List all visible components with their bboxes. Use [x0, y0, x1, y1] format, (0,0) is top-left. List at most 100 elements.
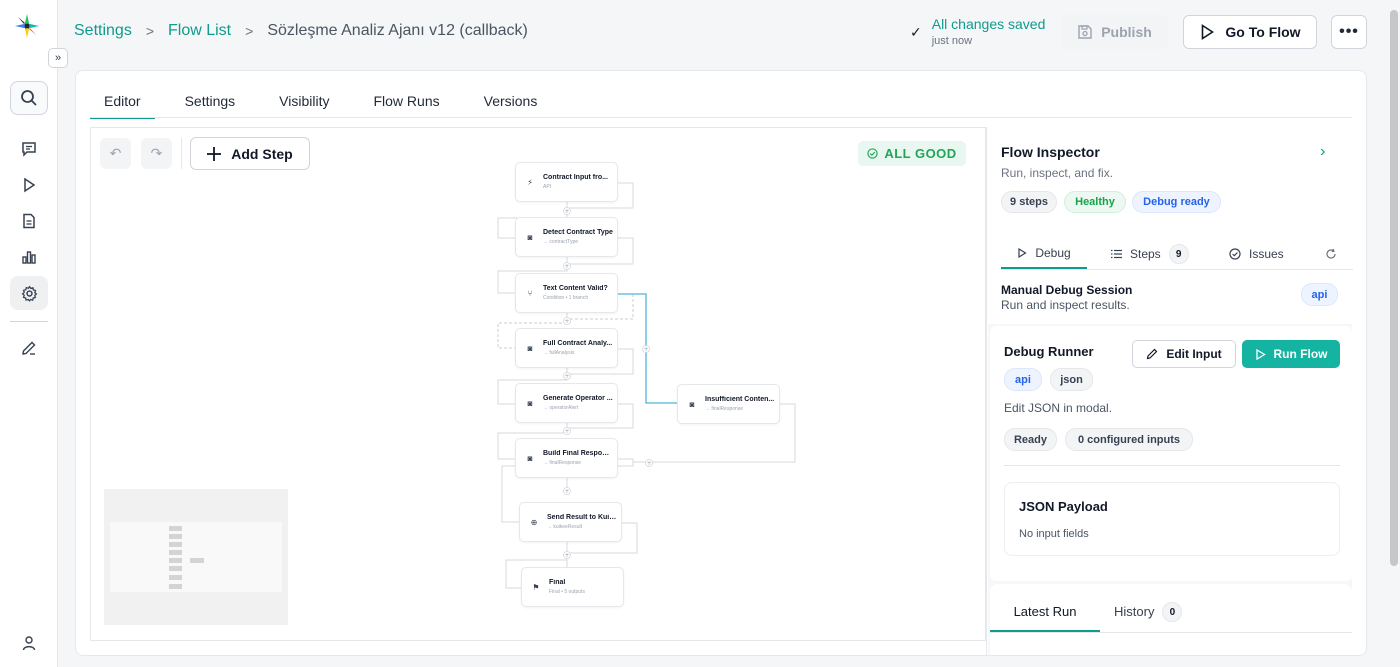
run-results: Latest Run History 0 — [990, 584, 1352, 655]
tab-history-label: History — [1114, 604, 1155, 619]
refresh-button[interactable] — [1325, 239, 1337, 269]
inspector-title: Flow Inspector — [1001, 144, 1100, 160]
chevron-right-icon: > — [145, 23, 154, 39]
node-subtitle: → fullAnalysis — [543, 350, 575, 356]
go-to-flow-label: Go To Flow — [1225, 24, 1301, 40]
node-title: Send Result to Kuik... — [547, 514, 617, 521]
flow-node[interactable]: ◙ Full Contract Analy... → fullAnalysis — [515, 328, 618, 368]
runs-nav-button[interactable] — [10, 168, 48, 202]
add-step-label: Add Step — [231, 145, 293, 162]
history-count-badge: 0 — [1162, 602, 1183, 622]
header: Settings > Flow List > Sözleşme Analiz A… — [58, 0, 1386, 64]
user-icon — [22, 636, 36, 651]
play-icon — [1255, 348, 1266, 360]
node-subtitle: Final • 5 outputs — [549, 589, 585, 595]
flow-node[interactable]: ◙ Build Final Response → finalResponse — [515, 438, 618, 478]
flag-icon: ⚑ — [532, 582, 540, 592]
inspector-tabs: Debug Steps 9 Issues — [1001, 239, 1353, 269]
chat-nav-button[interactable] — [10, 132, 48, 166]
add-step-button[interactable]: Add Step — [190, 137, 310, 170]
flow-node[interactable]: ◙ Insufficient Conten... → finalResponse — [677, 384, 780, 424]
tab-flow-runs[interactable]: Flow Runs — [373, 93, 453, 119]
app-logo[interactable] — [12, 11, 42, 41]
breadcrumb-settings[interactable]: Settings — [74, 22, 132, 40]
configured-inputs-badge: 0 configured inputs — [1065, 428, 1193, 451]
profile-nav-button[interactable] — [10, 626, 48, 660]
search-button[interactable] — [10, 81, 48, 115]
validation-status-badge: ALL GOOD — [858, 141, 966, 166]
minimap-nodes — [169, 526, 204, 589]
svg-text:+: + — [643, 346, 648, 353]
flow-node[interactable]: ⚡ Contract Input fro... API — [515, 162, 618, 202]
flow-node[interactable]: ◙ Generate Operator ... → operatorAlert — [515, 383, 618, 423]
svg-text:+: + — [646, 460, 651, 467]
analytics-nav-button[interactable] — [10, 240, 48, 274]
minimap[interactable] — [104, 489, 288, 625]
breadcrumb-flow-list[interactable]: Flow List — [168, 22, 231, 40]
tab-steps[interactable]: Steps 9 — [1111, 239, 1189, 269]
flow-node[interactable]: ⚑ Final Final • 5 outputs — [521, 567, 624, 607]
undo-button[interactable]: ↶ — [100, 138, 131, 169]
node-title: Final — [549, 579, 566, 586]
node-title: Text Content Valid? — [543, 285, 608, 292]
documents-nav-button[interactable] — [10, 204, 48, 238]
svg-text:+: + — [564, 552, 569, 559]
edit-input-label: Edit Input — [1166, 347, 1222, 361]
node-subtitle: → kuikeeResult — [547, 524, 583, 530]
undo-icon: ↶ — [109, 145, 122, 161]
publish-label: Publish — [1101, 24, 1152, 40]
plus-icon — [207, 146, 222, 161]
results-tabs-divider — [990, 632, 1352, 633]
input-type-badge: api — [1004, 368, 1042, 391]
flow-editor-card: Editor Settings Visibility Flow Runs Ver… — [75, 70, 1367, 656]
tab-versions[interactable]: Versions — [484, 93, 552, 119]
robot-icon: ◙ — [527, 343, 533, 353]
runner-divider — [1004, 465, 1340, 466]
node-subtitle: → operatorAlert — [543, 405, 579, 411]
check-circle-icon — [1229, 248, 1241, 260]
robot-icon: ◙ — [689, 399, 695, 409]
tab-debug[interactable]: Debug — [1001, 239, 1087, 269]
tab-editor[interactable]: Editor — [90, 93, 155, 119]
json-payload-card: JSON Payload No input fields — [1004, 482, 1340, 556]
globe-icon: ⊕ — [530, 517, 538, 527]
edit-nav-button[interactable] — [10, 331, 48, 365]
session-type-badge: api — [1301, 283, 1338, 306]
inspector-tabs-divider — [1001, 269, 1353, 270]
publish-button[interactable]: Publish — [1061, 15, 1168, 49]
payload-empty: No input fields — [1019, 528, 1089, 540]
ready-badge: Ready — [1004, 428, 1057, 451]
flow-node[interactable]: ⊕ Send Result to Kuik... → kuikeeResult — [519, 502, 622, 542]
tab-visibility[interactable]: Visibility — [279, 93, 343, 119]
chevron-right-icon[interactable]: › — [1320, 143, 1325, 161]
tab-settings[interactable]: Settings — [185, 93, 250, 119]
session-subtitle: Run and inspect results. — [1001, 298, 1130, 312]
inspector-subtitle: Run, inspect, and fix. — [1001, 166, 1114, 180]
play-icon — [24, 177, 36, 193]
refresh-icon — [1326, 248, 1336, 259]
steps-count-badge: 9 — [1168, 244, 1189, 264]
settings-nav-button[interactable] — [10, 276, 48, 310]
go-to-flow-button[interactable]: Go To Flow — [1183, 15, 1317, 49]
redo-button[interactable]: ↷ — [141, 138, 172, 169]
node-subtitle: Condition • 1 branch — [543, 295, 589, 301]
node-title: Build Final Response — [543, 450, 613, 457]
flow-inspector: Flow Inspector › Run, inspect, and fix. … — [986, 127, 1353, 655]
bar-chart-icon — [22, 251, 36, 264]
node-title: Contract Input fro... — [543, 174, 608, 181]
flow-node[interactable]: ◙ Detect Contract Type → contractType — [515, 217, 618, 257]
page-scrollbar[interactable] — [1390, 10, 1398, 566]
chat-icon — [22, 142, 36, 157]
run-flow-button[interactable]: Run Flow — [1242, 340, 1340, 368]
expand-sidebar-button[interactable]: » — [48, 48, 68, 68]
flow-canvas[interactable]: + + + + + + + + + ↶ ↷ Add Step ALL GOOD ⚡ Contra… — [90, 127, 986, 641]
edit-input-button[interactable]: Edit Input — [1132, 340, 1236, 368]
tab-issues[interactable]: Issues — [1229, 239, 1284, 269]
tab-latest-run[interactable]: Latest Run — [990, 604, 1100, 632]
session-title: Manual Debug Session — [1001, 283, 1133, 297]
robot-icon: ◙ — [527, 453, 533, 463]
more-options-button[interactable]: ••• — [1331, 15, 1367, 49]
flow-node[interactable]: ⑂ Text Content Valid? Condition • 1 bran… — [515, 273, 618, 313]
tab-history[interactable]: History 0 — [1114, 602, 1183, 632]
debug-runner: Debug Runner Edit Input Run Flow api jso… — [990, 326, 1352, 581]
